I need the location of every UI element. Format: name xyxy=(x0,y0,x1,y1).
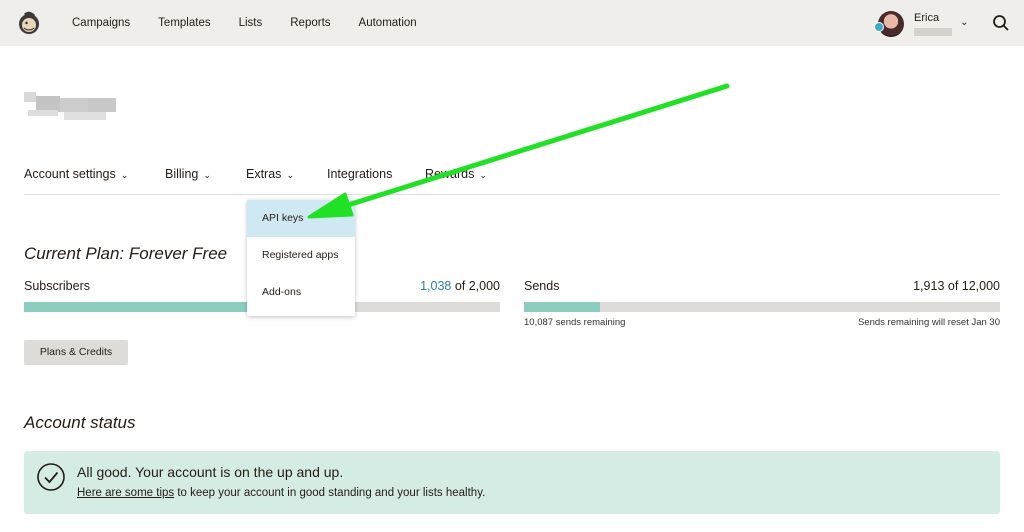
sends-meter-fill xyxy=(524,302,600,312)
chevron-down-icon: ⌄ xyxy=(203,170,211,180)
top-bar: Campaigns Templates Lists Reports Automa… xyxy=(0,0,1024,46)
nav-reports[interactable]: Reports xyxy=(290,17,330,29)
plans-credits-button[interactable]: Plans & Credits xyxy=(24,340,128,365)
sends-count: 1,913 of 12,000 xyxy=(913,279,1000,293)
subscribers-used-link[interactable]: 1,038 xyxy=(420,279,451,293)
mailchimp-logo-icon[interactable] xyxy=(16,10,42,36)
menu-item-registered-apps[interactable]: Registered apps xyxy=(247,237,355,274)
subnav-integrations[interactable]: Integrations xyxy=(327,167,392,181)
sends-meter xyxy=(524,302,1000,312)
search-icon[interactable] xyxy=(992,14,1010,32)
nav-automation[interactable]: Automation xyxy=(359,17,417,29)
menu-item-api-keys[interactable]: API keys xyxy=(247,200,355,237)
subscribers-count: 1,038 of 2,000 xyxy=(420,279,500,293)
user-menu[interactable]: Erica ⌄ xyxy=(874,10,974,38)
user-account-name-redacted xyxy=(914,28,952,36)
nav-campaigns[interactable]: Campaigns xyxy=(72,17,130,29)
account-status-banner: All good. Your account is on the up and … xyxy=(24,451,1000,514)
status-dot xyxy=(874,22,884,32)
current-plan-title: Current Plan: Forever Free xyxy=(24,244,228,263)
chevron-down-icon: ⌄ xyxy=(479,170,487,180)
subscribers-label: Subscribers xyxy=(24,279,90,293)
chevron-down-icon[interactable]: ⌄ xyxy=(960,17,968,28)
user-name: Erica xyxy=(914,12,940,24)
status-body: Here are some tips to keep your account … xyxy=(77,487,486,499)
subnav-rewards[interactable]: Rewards ⌄ xyxy=(425,167,487,181)
subnav-extras[interactable]: Extras ⌄ xyxy=(246,167,294,181)
status-headline: All good. Your account is on the up and … xyxy=(77,464,344,480)
account-subnav: Account settings ⌄ Billing ⌄ Extras ⌄ Integ… xyxy=(24,163,1000,195)
chevron-down-icon: ⌄ xyxy=(120,170,129,180)
account-name-redacted xyxy=(24,92,116,120)
chevron-down-icon: ⌄ xyxy=(286,170,294,180)
sends-label: Sends xyxy=(524,279,560,293)
nav-lists[interactable]: Lists xyxy=(239,17,263,29)
main-nav: Campaigns Templates Lists Reports Automa… xyxy=(72,0,445,46)
extras-dropdown: API keys Registered apps Add-ons xyxy=(247,200,355,316)
nav-templates[interactable]: Templates xyxy=(158,17,210,29)
sends-reset-note: Sends remaining will reset Jan 30 xyxy=(857,317,1000,328)
menu-item-add-ons[interactable]: Add-ons xyxy=(247,274,355,311)
subscribers-meter-fill xyxy=(24,302,272,312)
account-status-title: Account status xyxy=(24,413,136,432)
check-circle-icon xyxy=(37,463,65,491)
subnav-billing[interactable]: Billing ⌄ xyxy=(165,167,211,181)
subnav-account-settings[interactable]: Account settings ⌄ xyxy=(24,167,128,181)
sends-remaining: 10,087 sends remaining xyxy=(524,317,626,328)
tips-link[interactable]: Here are some tips xyxy=(77,487,174,499)
